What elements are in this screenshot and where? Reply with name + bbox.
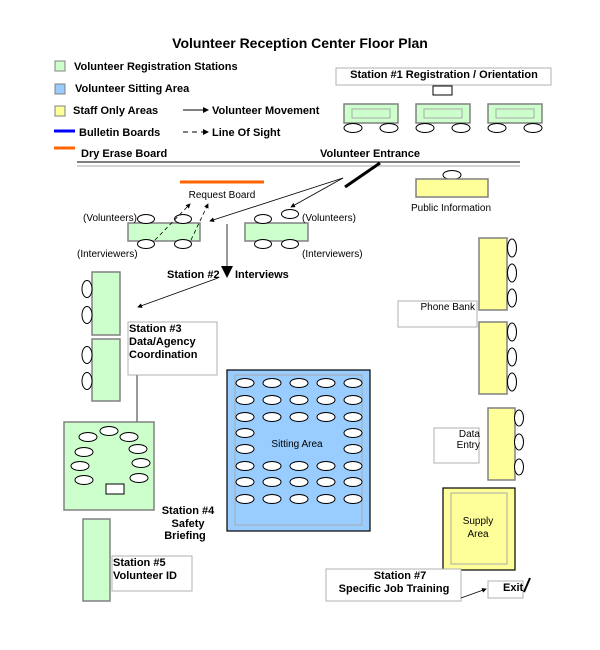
- station5-table: [82, 518, 111, 602]
- chair: [289, 461, 309, 471]
- station3-label-3: Coordination: [129, 349, 198, 361]
- chair: [235, 395, 255, 405]
- chair: [316, 461, 336, 471]
- legend-movement: Volunteer Movement: [212, 105, 320, 117]
- chair: [262, 494, 282, 504]
- supply-label-1: Supply: [463, 516, 494, 527]
- chair: [343, 444, 363, 454]
- chair: [316, 395, 336, 405]
- station4-label-2: Safety: [171, 518, 205, 530]
- data-entry-label-2: Entry: [457, 440, 480, 451]
- interviewers-label-right: (Interviewers): [302, 249, 363, 260]
- data-entry-label-1: Data: [459, 429, 481, 440]
- chair: [289, 395, 309, 405]
- station7-label-2: Specific Job Training: [339, 583, 450, 595]
- station2-label: Station #2: [167, 269, 220, 281]
- chair: [235, 477, 255, 487]
- legend-registration: Volunteer Registration Stations: [74, 61, 238, 73]
- station1-desk: [432, 85, 453, 96]
- chair: [343, 412, 363, 422]
- chair: [316, 412, 336, 422]
- station1-label: Station #1 Registration / Orientation: [350, 69, 538, 81]
- chair: [262, 461, 282, 471]
- chair: [289, 378, 309, 388]
- public-info-table: [415, 178, 489, 198]
- legend-swatch-staff: [54, 105, 66, 117]
- station7-label-1: Station #7: [374, 570, 427, 582]
- sitting-area-label: Sitting Area: [271, 439, 323, 450]
- chair: [289, 477, 309, 487]
- legend: Volunteer Registration Stations Voluntee…: [54, 60, 320, 160]
- chair: [235, 378, 255, 388]
- movement-arrow: [137, 277, 219, 308]
- public-info-label: Public Information: [411, 203, 491, 214]
- page-title: Volunteer Reception Center Floor Plan: [172, 35, 428, 51]
- exit-label: Exit: [503, 582, 524, 594]
- station5-label-2: Volunteer ID: [113, 570, 177, 582]
- movement-arrow: [460, 588, 487, 599]
- chair: [262, 477, 282, 487]
- chair: [514, 458, 524, 476]
- phone-bank-tables: [478, 237, 517, 395]
- floor-plan: Volunteer Reception Center Floor Plan Vo…: [54, 35, 552, 602]
- legend-sitting: Volunteer Sitting Area: [75, 83, 190, 95]
- chair: [235, 412, 255, 422]
- chair: [442, 170, 462, 180]
- chair: [316, 378, 336, 388]
- station3-tables: [81, 271, 121, 402]
- legend-dry-erase: Dry Erase Board: [81, 148, 167, 160]
- chair: [343, 477, 363, 487]
- legend-swatch-sitting: [54, 83, 66, 95]
- station4-label-1: Station #4: [162, 505, 215, 517]
- chair: [289, 494, 309, 504]
- chair: [235, 461, 255, 471]
- volunteers-label-left: (Volunteers): [83, 213, 137, 224]
- chair: [343, 494, 363, 504]
- chair: [289, 412, 309, 422]
- chair: [235, 428, 255, 438]
- chair: [262, 395, 282, 405]
- chair: [262, 378, 282, 388]
- station4-label-3: Briefing: [164, 530, 206, 542]
- station4-table: [63, 421, 155, 511]
- chair: [235, 494, 255, 504]
- chair: [514, 409, 524, 427]
- chair: [343, 461, 363, 471]
- interviews-label: Interviews: [235, 269, 289, 281]
- phone-bank-label: Phone Bank: [421, 302, 476, 313]
- chair: [262, 412, 282, 422]
- chair: [316, 477, 336, 487]
- entrance-door[interactable]: [344, 161, 381, 189]
- station3-label-1: Station #3: [129, 323, 182, 335]
- interview-tables: [127, 209, 309, 249]
- legend-sight: Line Of Sight: [212, 127, 281, 139]
- station1-tables: [343, 103, 543, 133]
- request-board-label: Request Board: [189, 190, 256, 201]
- legend-swatch-registration: [54, 60, 66, 72]
- legend-staff: Staff Only Areas: [73, 105, 158, 117]
- chair: [343, 428, 363, 438]
- chair: [343, 378, 363, 388]
- supply-label-2: Area: [467, 529, 489, 540]
- volunteers-label-right: (Volunteers): [302, 213, 356, 224]
- exit-door: [523, 577, 531, 593]
- legend-bulletin: Bulletin Boards: [79, 127, 160, 139]
- station5-label-1: Station #5: [113, 557, 166, 569]
- chair: [316, 494, 336, 504]
- chair: [514, 433, 524, 451]
- data-entry-table: [487, 407, 516, 481]
- interviewers-label-left: (Interviewers): [77, 249, 138, 260]
- station3-label-2: Data/Agency: [129, 336, 197, 348]
- entrance-label: Volunteer Entrance: [320, 148, 420, 160]
- chair: [235, 444, 255, 454]
- chair: [343, 395, 363, 405]
